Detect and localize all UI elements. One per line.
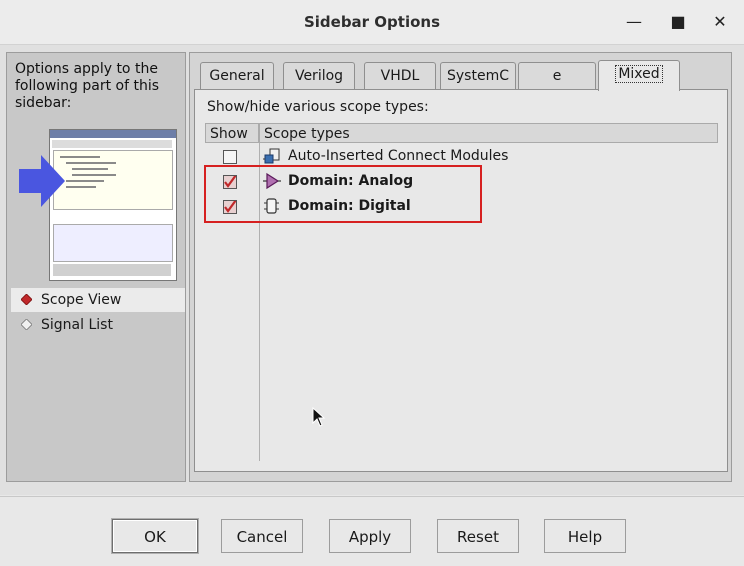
ok-button[interactable]: OK (112, 519, 198, 553)
scope-browser-preview (49, 129, 177, 281)
sidebar-item-scope-view[interactable]: Scope View (11, 288, 185, 312)
sidebar-panel: Options apply to the following part of t… (6, 52, 186, 482)
column-header-scope-types[interactable]: Scope types (259, 123, 718, 143)
sidebar-item-signal-list[interactable]: Signal List (11, 313, 185, 337)
unselected-diamond-icon (21, 319, 32, 330)
tab-label: General (209, 68, 265, 84)
scope-type-label: Auto-Inserted Connect Modules (288, 148, 509, 164)
column-header-show[interactable]: Show (205, 123, 259, 143)
tab-e[interactable]: e (518, 62, 596, 89)
tab-label: Mixed (615, 65, 663, 83)
selected-diamond-icon (21, 294, 32, 305)
tab-systemc[interactable]: SystemC (440, 62, 516, 89)
title-bar: Sidebar Options — ■ ✕ (0, 0, 744, 45)
sidebar-item-label: Scope View (41, 292, 122, 308)
cancel-button[interactable]: Cancel (221, 519, 303, 553)
tab-verilog[interactable]: Verilog (283, 62, 355, 89)
close-icon[interactable]: ✕ (708, 10, 732, 34)
tab-mixed[interactable]: Mixed (598, 60, 680, 91)
reset-button[interactable]: Reset (437, 519, 519, 553)
maximize-icon[interactable]: ■ (666, 10, 690, 34)
show-checkbox-connect-modules[interactable] (223, 150, 237, 164)
pointer-arrow-icon (19, 155, 65, 207)
tab-label: SystemC (447, 68, 509, 84)
scope-types-hint: Show/hide various scope types: (207, 99, 429, 115)
sidebar-item-label: Signal List (41, 317, 113, 333)
tab-label: e (552, 68, 562, 84)
tab-label: VHDL (380, 68, 420, 84)
apply-button[interactable]: Apply (329, 519, 411, 553)
tab-label: Verilog (294, 68, 344, 84)
minimize-icon[interactable]: — (622, 10, 646, 34)
tab-vhdl[interactable]: VHDL (364, 62, 436, 89)
sidebar-intro-text: Options apply to the following part of t… (15, 61, 160, 111)
help-button[interactable]: Help (544, 519, 626, 553)
tab-general[interactable]: General (200, 62, 274, 89)
connect-module-icon (263, 148, 280, 164)
mouse-cursor-icon (312, 407, 326, 427)
highlight-box (204, 165, 482, 223)
